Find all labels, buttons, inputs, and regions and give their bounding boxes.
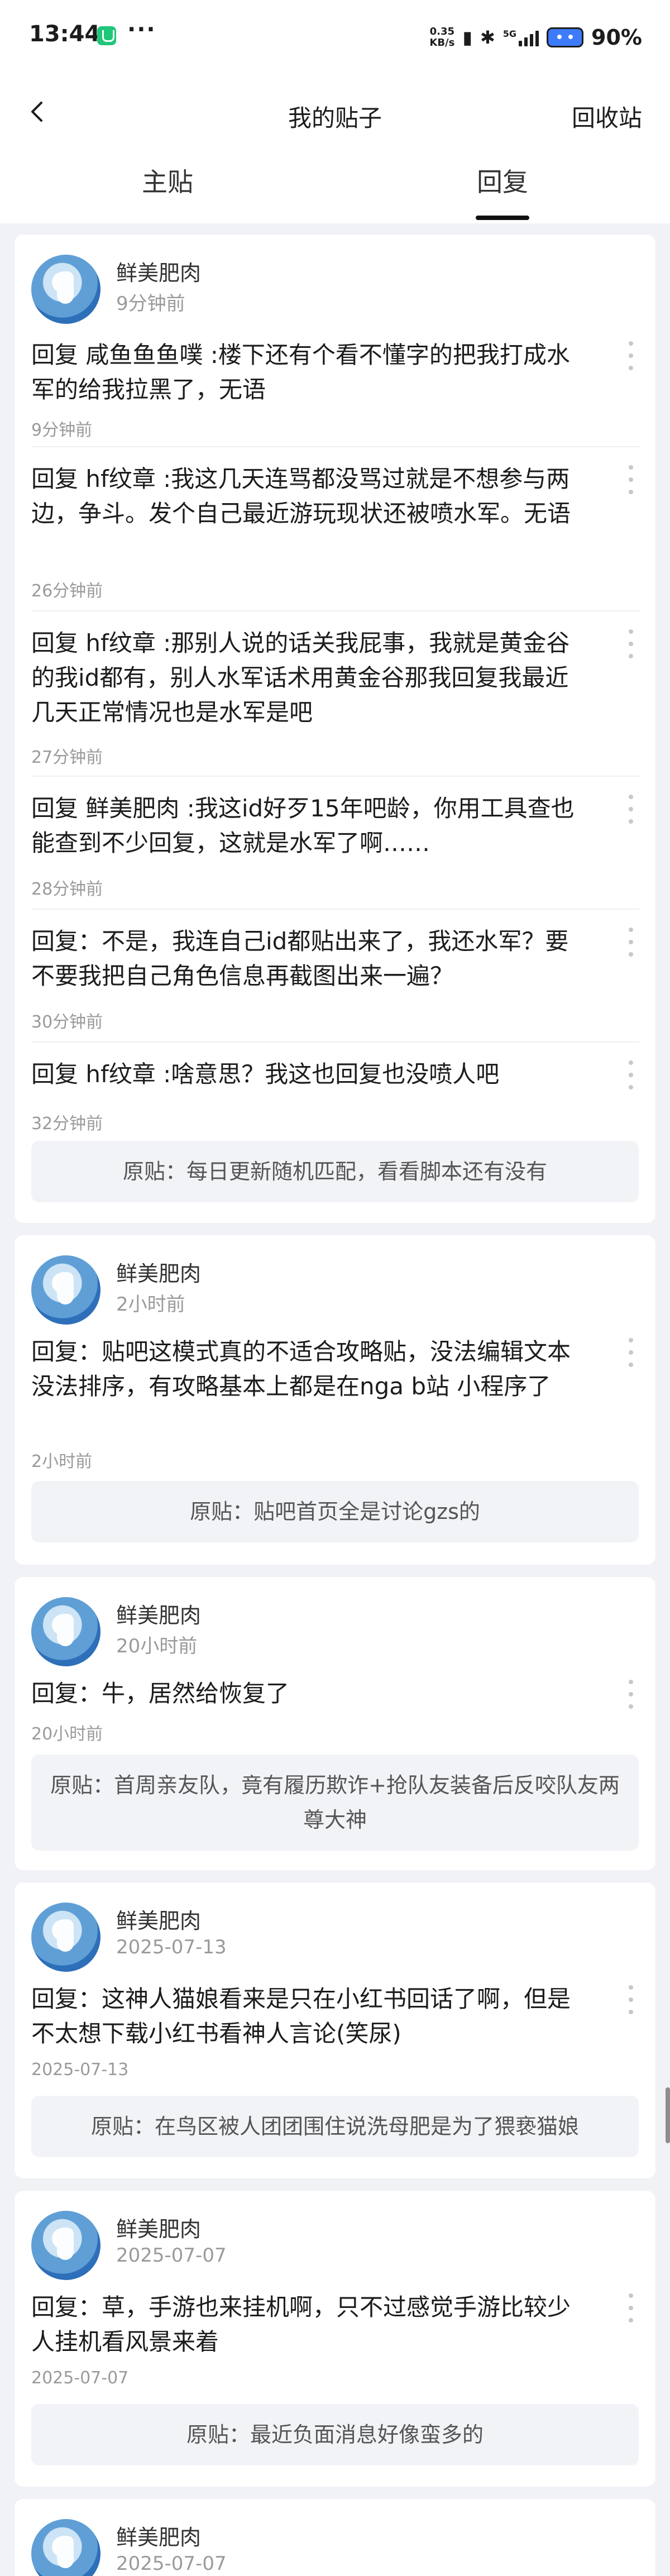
reply-item[interactable]: 回复 hf纹章 :我这几天连骂都没骂过就是不想参与两边，争斗。发个自己最近游玩现… xyxy=(31,446,640,610)
reply-time: 2025-07-13 xyxy=(31,2060,129,2080)
original-post-link[interactable]: 原贴：在鸟区被人团团围住说洗母肥是为了猥亵猫娘 xyxy=(31,2096,639,2157)
app-notification-icon xyxy=(97,26,116,45)
network-speed-value: 0.35 xyxy=(429,26,455,37)
network-speed: 0.35 KB/s xyxy=(429,26,454,49)
user-name[interactable]: 鲜美肥肉 xyxy=(116,1598,201,1629)
more-options-icon[interactable] xyxy=(629,1060,635,1089)
more-options-icon[interactable] xyxy=(629,795,635,824)
reply-card: 鲜美肥肉 2025-07-07 回复：草，手游也来挂机啊，只不过感觉手游比较少人… xyxy=(15,2191,655,2487)
active-tab-indicator xyxy=(476,216,529,220)
tab-replies[interactable]: 回复 xyxy=(335,162,670,199)
reply-time: 27分钟前 xyxy=(31,748,103,767)
nav-bar: 我的贴子 回收站 xyxy=(0,78,670,145)
reply-text: 回复 hf纹章 :那别人说的话关我屁事，我就是黄金谷的我id都有，别人水军话术用… xyxy=(31,629,570,726)
reply-text: 回复：草，手游也来挂机啊，只不过感觉手游比较少人挂机看风景来着 xyxy=(31,2293,571,2355)
post-time: 20小时前 xyxy=(116,1635,198,1657)
more-options-icon[interactable] xyxy=(629,341,635,370)
user-name[interactable]: 鲜美肥肉 xyxy=(116,2520,201,2551)
reply-item[interactable]: 回复 鲜美肥肉 :我这id好歹15年吧龄，你用工具查也能查到不少回复，这就是水军… xyxy=(31,776,640,909)
reply-time: 32分钟前 xyxy=(31,1114,103,1134)
bluetooth-icon: ✱ xyxy=(480,27,495,48)
more-options-icon[interactable] xyxy=(629,1985,635,2014)
reply-card: 鲜美肥肉 2小时前 回复：贴吧这模式真的不适合攻略贴，没法编辑文本没法排序，有攻… xyxy=(15,1235,655,1565)
avatar[interactable] xyxy=(31,255,100,324)
scrollbar[interactable] xyxy=(666,2087,670,2143)
more-options-icon[interactable] xyxy=(629,1338,635,1367)
user-name[interactable]: 鲜美肥肉 xyxy=(116,1904,201,1934)
battery-icon xyxy=(547,27,584,47)
reply-item[interactable]: 回复：不是，我连自己id都贴出来了，我还水军？要不要我把自己角色信息再截图出来一… xyxy=(31,909,640,1041)
page-title: 我的贴子 xyxy=(288,104,382,132)
more-options-icon[interactable] xyxy=(629,629,635,658)
reply-text: 回复 咸鱼鱼鱼噗 :楼下还有个看不懂字的把我打成水军的给我拉黑了，无语 xyxy=(31,341,570,403)
post-time: 2025-07-07 xyxy=(116,2553,227,2575)
post-time: 2025-07-13 xyxy=(116,1936,227,1958)
reply-item[interactable]: 回复 hf纹章 :啥意思？我这也回复也没喷人吧 32分钟前 xyxy=(31,1041,640,1148)
post-time: 2小时前 xyxy=(116,1293,185,1316)
more-notifications-icon: ··· xyxy=(127,17,156,42)
avatar[interactable] xyxy=(31,2519,100,2576)
original-post-link[interactable]: 原贴：贴吧首页全是讨论gzs的 xyxy=(31,1481,639,1542)
avatar[interactable] xyxy=(31,1597,100,1666)
recycle-bin-button[interactable]: 回收站 xyxy=(572,99,642,133)
reply-card: 鲜美肥肉 20小时前 回复：牛，居然给恢复了 20小时前 原贴：首周亲友队，竟有… xyxy=(15,1577,655,1870)
reply-card: 鲜美肥肉 2025-07-07 xyxy=(15,2499,655,2576)
tab-bar: 主贴 回复 xyxy=(0,145,670,223)
reply-item[interactable]: 回复 hf纹章 :那别人说的话关我屁事，我就是黄金谷的我id都有，别人水军话术用… xyxy=(31,610,640,776)
reply-time: 2025-07-07 xyxy=(31,2368,129,2388)
more-options-icon[interactable] xyxy=(629,928,635,957)
more-options-icon[interactable] xyxy=(629,1680,635,1709)
reply-item[interactable]: 回复 咸鱼鱼鱼噗 :楼下还有个看不懂字的把我打成水军的给我拉黑了，无语 9分钟前 xyxy=(31,338,640,446)
original-post-link[interactable]: 原贴：每日更新随机匹配，看看脚本还有没有 xyxy=(31,1141,639,1202)
status-time: 13:44 xyxy=(29,21,100,47)
battery-percent: 90% xyxy=(591,25,642,50)
reply-text: 回复：这神人猫娘看来是只在小红书回话了啊，但是不太想下载小红书看神人言论(笑尿) xyxy=(31,1985,571,2047)
reply-card: 鲜美肥肉 9分钟前 回复 咸鱼鱼鱼噗 :楼下还有个看不懂字的把我打成水军的给我拉… xyxy=(15,235,655,1223)
post-time: 2025-07-07 xyxy=(116,2244,227,2267)
network-speed-unit: KB/s xyxy=(429,37,455,49)
original-post-link[interactable]: 原贴：最近负面消息好像蛮多的 xyxy=(31,2404,639,2465)
status-icons: 0.35 KB/s ▮ ✱ 5G 90% xyxy=(429,22,642,52)
original-post-link[interactable]: 原贴：首周亲友队，竟有履历欺诈+抢队友装备后反咬队友两尊大神 xyxy=(31,1755,639,1851)
reply-card: 鲜美肥肉 2025-07-13 回复：这神人猫娘看来是只在小红书回话了啊，但是不… xyxy=(15,1882,655,2178)
reply-text: 回复：贴吧这模式真的不适合攻略贴，没法编辑文本没法排序，有攻略基本上都是在nga… xyxy=(31,1338,571,1400)
vibrate-icon: ▮ xyxy=(462,27,472,48)
reply-item[interactable]: 回复：牛，居然给恢复了 20小时前 xyxy=(31,1676,640,1749)
reply-item[interactable]: 回复：这神人猫娘看来是只在小红书回话了啊，但是不太想下载小红书看神人言论(笑尿)… xyxy=(31,1982,640,2094)
post-time: 9分钟前 xyxy=(116,293,185,315)
reply-text: 回复 hf纹章 :我这几天连骂都没骂过就是不想参与两边，争斗。发个自己最近游玩现… xyxy=(31,465,571,527)
reply-time: 30分钟前 xyxy=(31,1012,103,1032)
reply-time: 28分钟前 xyxy=(31,880,103,899)
status-bar: 13:44 ··· 0.35 KB/s ▮ ✱ 5G 90% xyxy=(0,0,670,78)
tab-main-posts[interactable]: 主贴 xyxy=(0,162,335,199)
user-name[interactable]: 鲜美肥肉 xyxy=(116,256,201,286)
reply-text: 回复 鲜美肥肉 :我这id好歹15年吧龄，你用工具查也能查到不少回复，这就是水军… xyxy=(31,795,575,857)
more-options-icon[interactable] xyxy=(629,465,635,494)
reply-text: 回复：不是，我连自己id都贴出来了，我还水军？要不要我把自己角色信息再截图出来一… xyxy=(31,928,569,990)
user-name[interactable]: 鲜美肥肉 xyxy=(116,1256,201,1287)
more-options-icon[interactable] xyxy=(629,2293,635,2322)
reply-time: 2小时前 xyxy=(31,1452,93,1471)
signal-icon: 5G xyxy=(503,28,539,46)
reply-item[interactable]: 回复：贴吧这模式真的不适合攻略贴，没法编辑文本没法排序，有攻略基本上都是在nga… xyxy=(31,1335,640,1474)
battery-unit: % xyxy=(620,25,642,50)
network-type: 5G xyxy=(502,28,517,39)
reply-text: 回复 hf纹章 :啥意思？我这也回复也没喷人吧 xyxy=(31,1060,500,1088)
avatar[interactable] xyxy=(31,2211,100,2280)
reply-time: 9分钟前 xyxy=(31,420,93,440)
avatar[interactable] xyxy=(31,1255,100,1325)
reply-item[interactable]: 回复：草，手游也来挂机啊，只不过感觉手游比较少人挂机看风景来着 2025-07-… xyxy=(31,2290,640,2402)
battery-value: 90 xyxy=(591,25,621,50)
avatar[interactable] xyxy=(31,1903,100,1972)
reply-text: 回复：牛，居然给恢复了 xyxy=(31,1680,290,1707)
reply-time: 20小时前 xyxy=(31,1724,103,1744)
user-name[interactable]: 鲜美肥肉 xyxy=(116,2212,201,2243)
reply-time: 26分钟前 xyxy=(31,581,103,601)
